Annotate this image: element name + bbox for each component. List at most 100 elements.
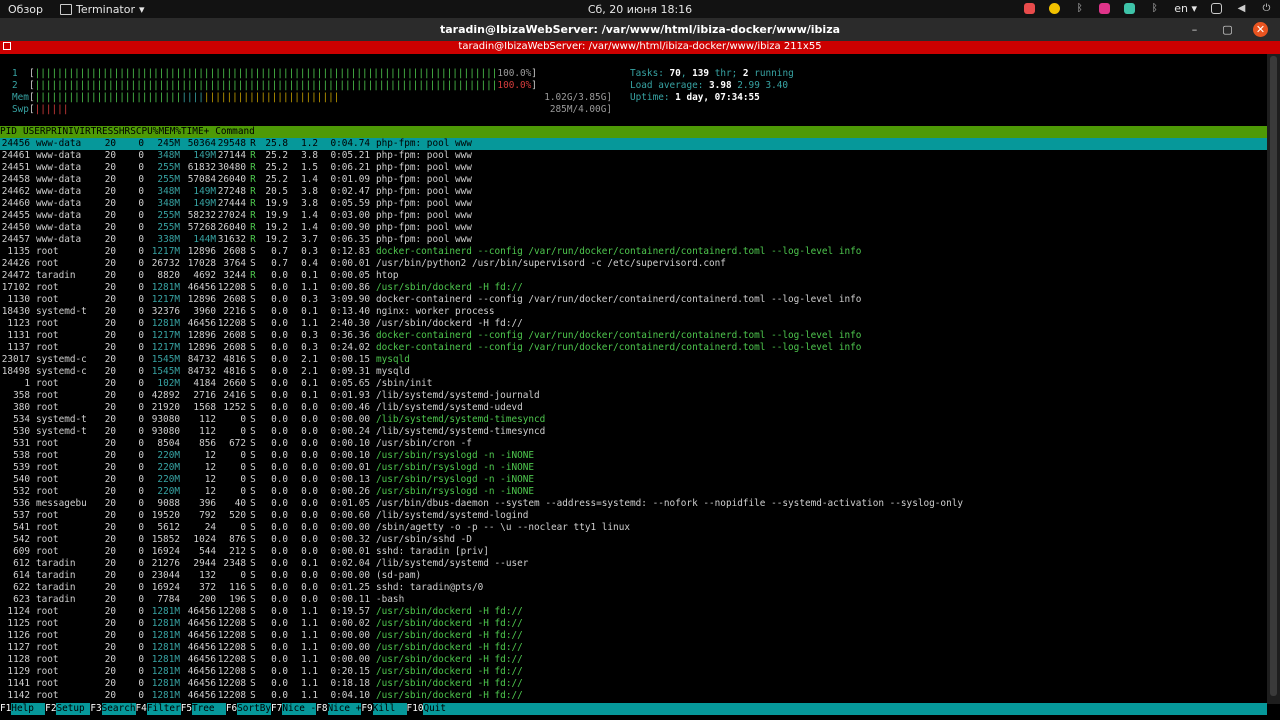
- process-row[interactable]: 1 root 20 0 102M 4184 2660 S 0.0 0.1 0:05.65/sbin/…: [0, 378, 1267, 390]
- fkey-f8[interactable]: F8: [316, 703, 327, 715]
- process-row[interactable]: 609 root 20 0 16924 544 212 S 0.0 0.0 0:00.01 sshd:…: [0, 546, 1267, 558]
- maximize-button[interactable]: ▢: [1220, 22, 1235, 37]
- fkey-label[interactable]: Help: [11, 703, 46, 715]
- fkey-f9[interactable]: F9: [361, 703, 372, 715]
- process-row[interactable]: 623 taradin 20 0 7784 200 196 S 0.0 0.0 0:00.11 -ba…: [0, 594, 1267, 606]
- fkey-label[interactable]: Tree: [191, 703, 226, 715]
- process-row[interactable]: 538 root 20 0 220M 12 0 S 0.0 0.0 0:00.10/usr/sbin…: [0, 450, 1267, 462]
- process-row[interactable]: 532 root 20 0 220M 12 0 S 0.0 0.0 0:00.26/usr/sbin…: [0, 486, 1267, 498]
- column-header-cpu[interactable]: CPU%: [136, 126, 159, 137]
- terminal-title-bar[interactable]: taradin@IbizaWebServer: /var/www/html/ib…: [0, 41, 1280, 54]
- process-row[interactable]: 1142 root 20 0 1281M 46456 12208 S 0.0 1.1 0:04.10…: [0, 690, 1267, 702]
- column-header-time[interactable]: TIME+: [181, 126, 209, 137]
- fkey-label[interactable]: SortBy: [237, 703, 272, 715]
- recorder-icon[interactable]: [1024, 3, 1036, 14]
- process-row[interactable]: 24457 www-data 20 0 338M 144M 31632 R 19.2 3.7 0:0…: [0, 234, 1267, 246]
- window-title-bar[interactable]: taradin@IbizaWebServer: /var/www/html/ib…: [0, 18, 1280, 41]
- process-row[interactable]: 24460 www-data 20 0 348M 149M 27444 R 19.9 3.8 0:0…: [0, 198, 1267, 210]
- process-row[interactable]: 1141 root 20 0 1281M 46456 12208 S 0.0 1.1 0:18.18…: [0, 678, 1267, 690]
- process-row[interactable]: 614 taradin 20 0 23044 132 0 S 0.0 0.0 0:00.00 (sd-…: [0, 570, 1267, 582]
- process-row[interactable]: 1123 root 20 0 1281M 46456 12208 S 0.0 1.1 2:40.30…: [0, 318, 1267, 330]
- process-row[interactable]: 1129 root 20 0 1281M 46456 12208 S 0.0 1.1 0:20.15…: [0, 666, 1267, 678]
- process-row[interactable]: 540 root 20 0 220M 12 0 S 0.0 0.0 0:00.13/usr/sbin…: [0, 474, 1267, 486]
- process-row[interactable]: 1137 root 20 0 1217M 12896 2608 S 0.0 0.3 0:24.02 d…: [0, 342, 1267, 354]
- notes-icon[interactable]: [1099, 3, 1111, 14]
- fkey-f10[interactable]: F10: [407, 703, 424, 715]
- process-row[interactable]: 24426 root 20 0 26732 17028 3764 S 0.7 0.4 0:00.01…: [0, 258, 1267, 270]
- scrollbar-thumb[interactable]: [1270, 56, 1277, 696]
- process-row[interactable]: 24458 www-data 20 0 255M 57084 26040 R 25.2 1.4 0:…: [0, 174, 1267, 186]
- process-row[interactable]: 380 root 20 0 21920 1568 1252 S 0.0 0.0 0:00.46/li…: [0, 402, 1267, 414]
- process-row[interactable]: 18498 systemd-c 20 0 1545M 84732 4816 S 0.0 2.1 0:…: [0, 366, 1267, 378]
- slack-icon[interactable]: [1124, 3, 1136, 14]
- fkey-f5[interactable]: F5: [181, 703, 192, 715]
- close-button[interactable]: ✕: [1253, 22, 1268, 37]
- fkey-f2[interactable]: F2: [45, 703, 56, 715]
- chrome-icon[interactable]: [1049, 3, 1061, 14]
- terminal-scrollbar[interactable]: [1267, 54, 1280, 704]
- column-header-ni[interactable]: NI: [62, 126, 73, 137]
- column-header-res[interactable]: RES: [96, 126, 113, 137]
- process-row[interactable]: 24462 www-data 20 0 348M 149M 27248 R 20.5 3.8 0:0…: [0, 186, 1267, 198]
- minimize-button[interactable]: –: [1187, 22, 1202, 37]
- process-row[interactable]: 1126 root 20 0 1281M 46456 12208 S 0.0 1.1 0:00.00…: [0, 630, 1267, 642]
- fkey-label[interactable]: Nice -: [282, 703, 317, 715]
- fkey-f1[interactable]: F1: [0, 703, 11, 715]
- process-row[interactable]: 24472 taradin 20 0 8820 4692 3244 R 0.0 0.1 0:00.0…: [0, 270, 1267, 282]
- process-row[interactable]: 23017 systemd-c 20 0 1545M 84732 4816 S 0.0 2.1 0:…: [0, 354, 1267, 366]
- column-header-shr[interactable]: SHR: [113, 126, 130, 137]
- process-row[interactable]: 542 root 20 0 15852 1024 876 S 0.0 0.0 0:00.32/usr…: [0, 534, 1267, 546]
- bluetooth-alt-icon[interactable]: ᛒ: [1074, 3, 1085, 14]
- process-table-header[interactable]: PID USERPRINIVIRTRESSHRSCPU%MEM%TIME+ Comm…: [0, 126, 1267, 138]
- process-row[interactable]: 18430 systemd-t 20 0 32376 3960 2216 S 0.0 0.1 0:1…: [0, 306, 1267, 318]
- process-row[interactable]: 1127 root 20 0 1281M 46456 12208 S 0.0 1.1 0:00.00…: [0, 642, 1267, 654]
- process-row[interactable]: 541 root 20 0 5612 24 0 S 0.0 0.0 0:00.00/sbin/age…: [0, 522, 1267, 534]
- process-row[interactable]: 24461 www-data 20 0 348M 149M 27144 R 25.2 3.8 0:0…: [0, 150, 1267, 162]
- fkey-f4[interactable]: F4: [136, 703, 147, 715]
- column-header-command[interactable]: Command: [209, 126, 255, 137]
- process-row[interactable]: 24455 www-data 20 0 255M 58232 27024 R 19.9 1.4 0:…: [0, 210, 1267, 222]
- fkey-label[interactable]: Setup: [56, 703, 91, 715]
- process-row[interactable]: 622 taradin 20 0 16924 372 116 S 0.0 0.0 0:01.25 ss…: [0, 582, 1267, 594]
- process-row[interactable]: 24451 www-data 20 0 255M 61832 30480 R 25.2 1.5 0:…: [0, 162, 1267, 174]
- column-header-pri[interactable]: PRI: [46, 126, 63, 137]
- fkey-label[interactable]: Filter: [146, 703, 181, 715]
- network-icon[interactable]: [1211, 3, 1222, 14]
- process-row[interactable]: 534 systemd-t 20 0 93080 112 0 S 0.0 0.0 0:00.00/l…: [0, 414, 1267, 426]
- fkey-f7[interactable]: F7: [271, 703, 282, 715]
- process-row[interactable]: 1125 root 20 0 1281M 46456 12208 S 0.0 1.1 0:00.02…: [0, 618, 1267, 630]
- process-list[interactable]: 24456 www-data 20 0 245M 50364 29548 R 25.8 1.2 0:…: [0, 138, 1267, 702]
- process-row[interactable]: 539 root 20 0 220M 12 0 S 0.0 0.0 0:00.01/usr/sbin…: [0, 462, 1267, 474]
- process-row[interactable]: 1124 root 20 0 1281M 46456 12208 S 0.0 1.1 0:19.57…: [0, 606, 1267, 618]
- column-header-user[interactable]: USER: [17, 126, 46, 137]
- keyboard-layout[interactable]: en ▾: [1174, 2, 1197, 15]
- process-row[interactable]: 17102 root 20 0 1281M 46456 12208 S 0.0 1.1 0:00.8…: [0, 282, 1267, 294]
- process-row[interactable]: 612 taradin 20 0 21276 2944 2348 S 0.0 0.1 0:02.04…: [0, 558, 1267, 570]
- process-row[interactable]: 531 root 20 0 8504 856 672 S 0.0 0.0 0:00.10/usr/s…: [0, 438, 1267, 450]
- volume-icon[interactable]: ◀: [1236, 3, 1247, 14]
- process-time: 0:00.02: [330, 618, 370, 629]
- process-row[interactable]: 1128 root 20 0 1281M 46456 12208 S 0.0 1.1 0:00.00…: [0, 654, 1267, 666]
- htop-view[interactable]: 1 [|||||||||||||||||||||||||||||||||||||…: [0, 54, 1267, 704]
- process-row[interactable]: 1130 root 20 0 1217M 12896 2608 S 0.0 0.3 3:09.90 d…: [0, 294, 1267, 306]
- column-header-mem[interactable]: MEM%: [158, 126, 181, 137]
- process-ni: 0: [138, 534, 144, 545]
- process-row[interactable]: 24450 www-data 20 0 255M 57268 26040 R 19.2 1.4 0:…: [0, 222, 1267, 234]
- process-row[interactable]: 530 systemd-t 20 0 93080 112 0 S 0.0 0.0 0:00.24/l…: [0, 426, 1267, 438]
- fkey-label[interactable]: Search: [101, 703, 136, 715]
- fkey-f3[interactable]: F3: [90, 703, 101, 715]
- bluetooth-icon[interactable]: ᛒ: [1149, 3, 1160, 14]
- column-header-virt[interactable]: VIRT: [74, 126, 97, 137]
- process-row[interactable]: 24456 www-data 20 0 245M 50364 29548 R 25.8 1.2 0:…: [0, 138, 1267, 150]
- fkey-label[interactable]: Kill: [372, 703, 407, 715]
- column-header-pid[interactable]: PID: [0, 126, 17, 137]
- process-row[interactable]: 537 root 20 0 19520 792 520 S 0.0 0.0 0:00.60/lib/…: [0, 510, 1267, 522]
- fkey-f6[interactable]: F6: [226, 703, 237, 715]
- power-icon[interactable]: ⏻: [1261, 3, 1272, 14]
- fkey-label[interactable]: Nice +: [327, 703, 362, 715]
- process-row[interactable]: 358 root 20 0 42892 2716 2416 S 0.0 0.1 0:01.93/li…: [0, 390, 1267, 402]
- fkey-label[interactable]: Quit: [423, 703, 1267, 715]
- process-row[interactable]: 536 messagebu 20 0 9088 396 40 S 0.0 0.0 0:01.05/u…: [0, 498, 1267, 510]
- process-row[interactable]: 1135 root 20 0 1217M 12896 2608 S 0.7 0.3 0:12.83 d…: [0, 246, 1267, 258]
- process-row[interactable]: 1131 root 20 0 1217M 12896 2608 S 0.0 0.3 0:36.36 d…: [0, 330, 1267, 342]
